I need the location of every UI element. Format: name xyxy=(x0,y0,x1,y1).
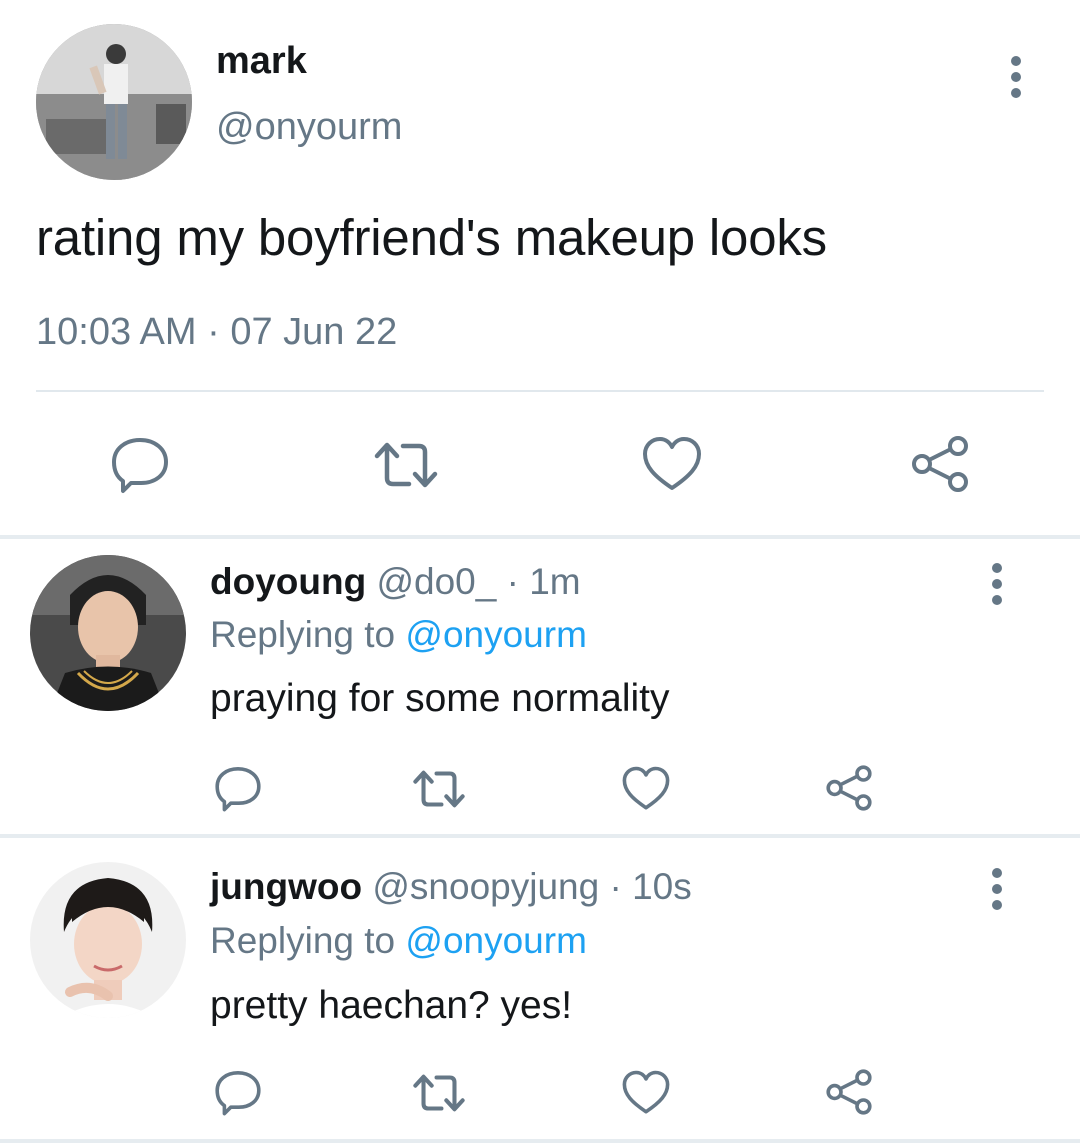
author-handle[interactable]: @onyourm xyxy=(216,106,402,149)
avatar[interactable] xyxy=(30,862,186,1018)
author-handle[interactable]: @snoopyjung xyxy=(372,866,599,907)
share-icon xyxy=(826,765,872,811)
retweet-button[interactable] xyxy=(371,438,441,492)
author-name[interactable]: jungwoo xyxy=(210,866,362,907)
heart-icon xyxy=(622,1070,670,1114)
avatar-image xyxy=(30,862,186,1018)
retweet-icon xyxy=(413,1074,465,1112)
replying-label: Replying to xyxy=(210,920,396,961)
divider xyxy=(36,390,1044,392)
retweet-icon xyxy=(413,770,465,808)
timestamp-separator: · xyxy=(196,311,231,353)
share-icon xyxy=(912,436,968,492)
replying-to: Replying to @onyourm xyxy=(210,614,587,656)
reply-icon xyxy=(112,438,168,493)
more-icon xyxy=(992,563,1002,573)
more-icon xyxy=(992,868,1002,878)
reply-icon xyxy=(215,1071,261,1116)
retweet-button[interactable] xyxy=(410,767,468,811)
reply-age[interactable]: 1m xyxy=(529,561,580,602)
reply-header: doyoung @do0_ · 1m xyxy=(210,561,581,603)
main-tweet: mark @onyourm rating my boyfriend's make… xyxy=(0,0,1080,535)
mention-link[interactable]: @onyourm xyxy=(405,920,587,961)
more-options-button[interactable] xyxy=(989,868,1005,910)
reply-button[interactable] xyxy=(214,1068,262,1116)
tweet-text: rating my boyfriend's makeup looks xyxy=(36,209,827,266)
avatar[interactable] xyxy=(30,555,186,711)
reply-tweet[interactable]: doyoung @do0_ · 1m Replying to @onyourm … xyxy=(0,539,1080,834)
share-button[interactable] xyxy=(910,434,970,494)
like-button[interactable] xyxy=(642,436,702,492)
avatar[interactable] xyxy=(36,24,192,180)
replying-label: Replying to xyxy=(210,614,396,655)
reply-header: jungwoo @snoopyjung · 10s xyxy=(210,866,692,908)
reply-button[interactable] xyxy=(110,434,170,494)
more-options-button[interactable] xyxy=(989,563,1005,605)
more-options-button[interactable] xyxy=(1008,56,1024,98)
retweet-button[interactable] xyxy=(410,1071,468,1115)
tweet-timestamp[interactable]: 10:03 AM · 07 Jun 22 xyxy=(36,311,397,354)
reply-age[interactable]: 10s xyxy=(632,866,692,907)
retweet-icon xyxy=(374,442,438,488)
reply-button[interactable] xyxy=(214,764,262,812)
tweet-time: 10:03 AM xyxy=(36,311,197,353)
tweet-thread: mark @onyourm rating my boyfriend's make… xyxy=(0,0,1080,1143)
share-icon xyxy=(826,1069,872,1115)
more-icon xyxy=(1011,56,1021,66)
author-handle[interactable]: @do0_ xyxy=(376,561,496,602)
tweet-text: praying for some normality xyxy=(210,677,670,720)
author-name[interactable]: mark xyxy=(216,40,307,83)
tweet-text: pretty haechan? yes! xyxy=(210,984,573,1027)
reply-tweet[interactable]: jungwoo @snoopyjung · 10s Replying to @o… xyxy=(0,838,1080,1139)
heart-icon xyxy=(622,766,670,810)
replying-to: Replying to @onyourm xyxy=(210,920,587,962)
author-name[interactable]: doyoung xyxy=(210,561,366,602)
like-button[interactable] xyxy=(622,766,670,811)
avatar-image xyxy=(30,555,186,711)
tweet-date: 07 Jun 22 xyxy=(230,311,398,353)
mention-link[interactable]: @onyourm xyxy=(405,614,587,655)
timestamp-separator: · xyxy=(599,866,633,907)
share-button[interactable] xyxy=(825,1068,873,1116)
like-button[interactable] xyxy=(622,1070,670,1115)
divider xyxy=(0,1139,1080,1143)
avatar-image xyxy=(36,24,192,180)
heart-icon xyxy=(643,437,701,490)
reply-icon xyxy=(215,767,261,812)
share-button[interactable] xyxy=(825,764,873,812)
timestamp-separator: · xyxy=(496,561,530,602)
